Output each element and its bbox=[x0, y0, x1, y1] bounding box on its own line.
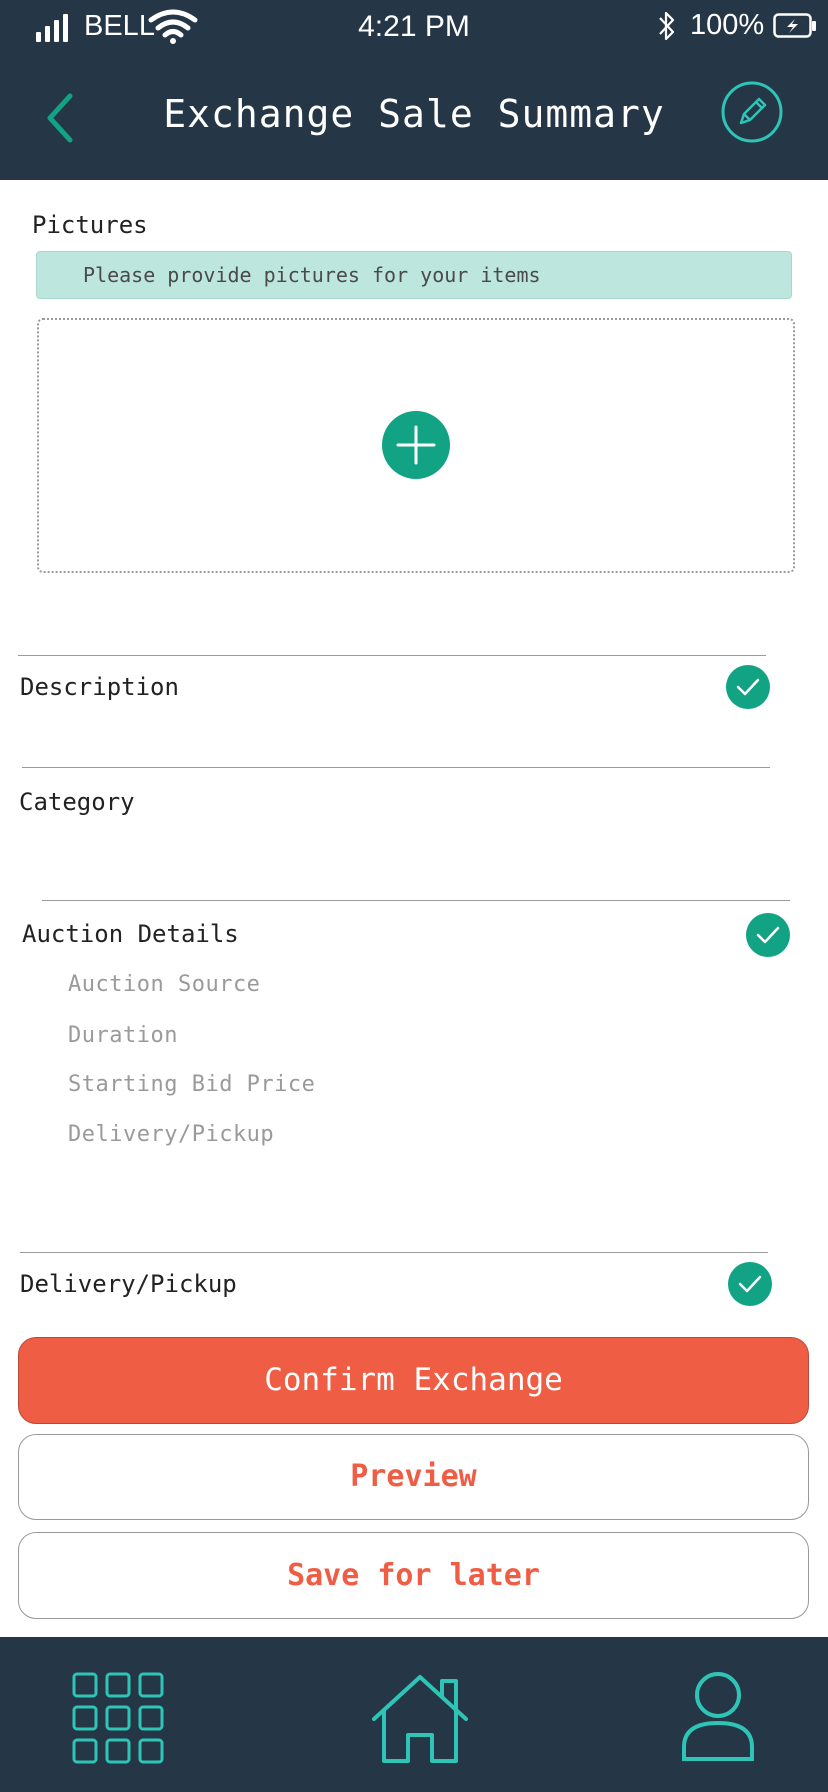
delivery-pickup-check-icon bbox=[728, 1262, 772, 1306]
app-header: Exchange Sale Summary bbox=[0, 52, 828, 180]
auction-detail-item: Delivery/Pickup bbox=[68, 1122, 275, 1147]
description-check-icon bbox=[726, 665, 770, 709]
battery-percent: 100% bbox=[690, 9, 765, 41]
pictures-hint-text: Please provide pictures for your items bbox=[83, 263, 541, 287]
add-picture-button[interactable] bbox=[382, 411, 450, 479]
divider bbox=[18, 655, 766, 656]
page-title: Exchange Sale Summary bbox=[163, 92, 665, 136]
plus-icon bbox=[396, 425, 436, 465]
edit-button[interactable] bbox=[720, 80, 784, 144]
description-label: Description bbox=[20, 673, 179, 701]
divider bbox=[22, 767, 770, 768]
auction-detail-item: Duration bbox=[68, 1023, 178, 1048]
status-bar: BELL 4:21 PM 100% bbox=[0, 0, 828, 52]
pencil-icon bbox=[721, 81, 783, 143]
delivery-pickup-label: Delivery/Pickup bbox=[20, 1270, 237, 1298]
battery-icon bbox=[773, 13, 816, 38]
auction-detail-item: Starting Bid Price bbox=[68, 1072, 316, 1097]
preview-button[interactable]: Preview bbox=[18, 1434, 809, 1520]
save-for-later-button[interactable]: Save for later bbox=[18, 1532, 809, 1619]
bluetooth-icon bbox=[659, 11, 675, 41]
divider bbox=[42, 900, 790, 901]
grid-icon[interactable] bbox=[72, 1672, 164, 1764]
pictures-label: Pictures bbox=[32, 211, 148, 239]
home-icon[interactable] bbox=[370, 1673, 470, 1765]
pictures-hint: Please provide pictures for your items bbox=[36, 251, 792, 299]
auction-detail-item: Auction Source bbox=[68, 972, 261, 997]
auction-details-check-icon bbox=[746, 913, 790, 957]
divider bbox=[20, 1252, 768, 1253]
profile-icon[interactable] bbox=[680, 1671, 756, 1763]
bottom-nav bbox=[0, 1637, 828, 1792]
auction-details-label: Auction Details bbox=[22, 920, 239, 948]
category-label: Category bbox=[19, 788, 135, 816]
confirm-exchange-button[interactable]: Confirm Exchange bbox=[18, 1337, 809, 1424]
